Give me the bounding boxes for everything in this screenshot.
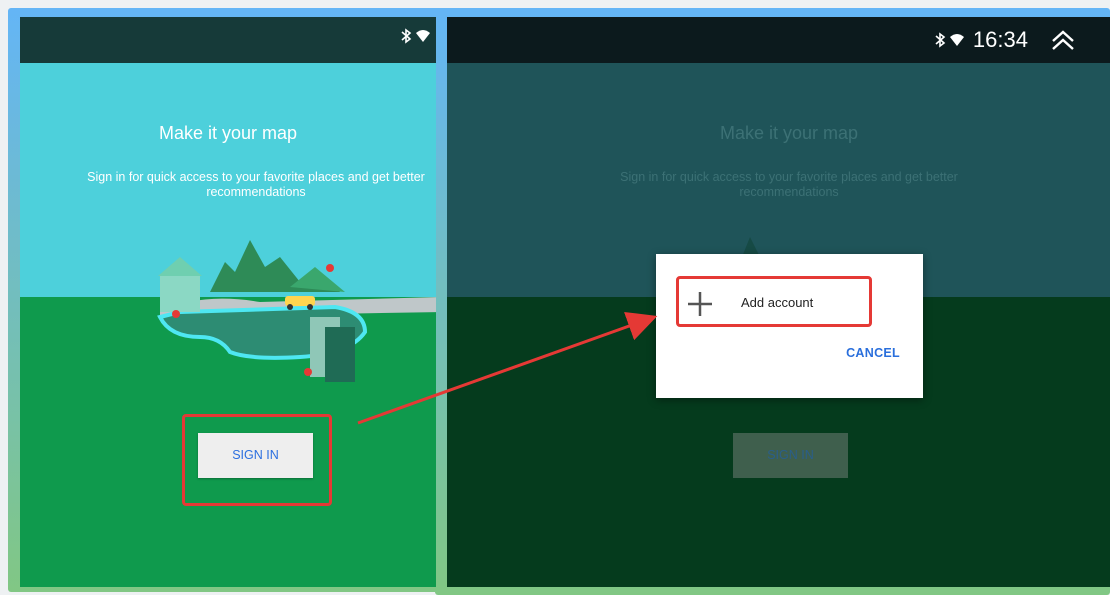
- arrow-annotation: [357, 311, 658, 425]
